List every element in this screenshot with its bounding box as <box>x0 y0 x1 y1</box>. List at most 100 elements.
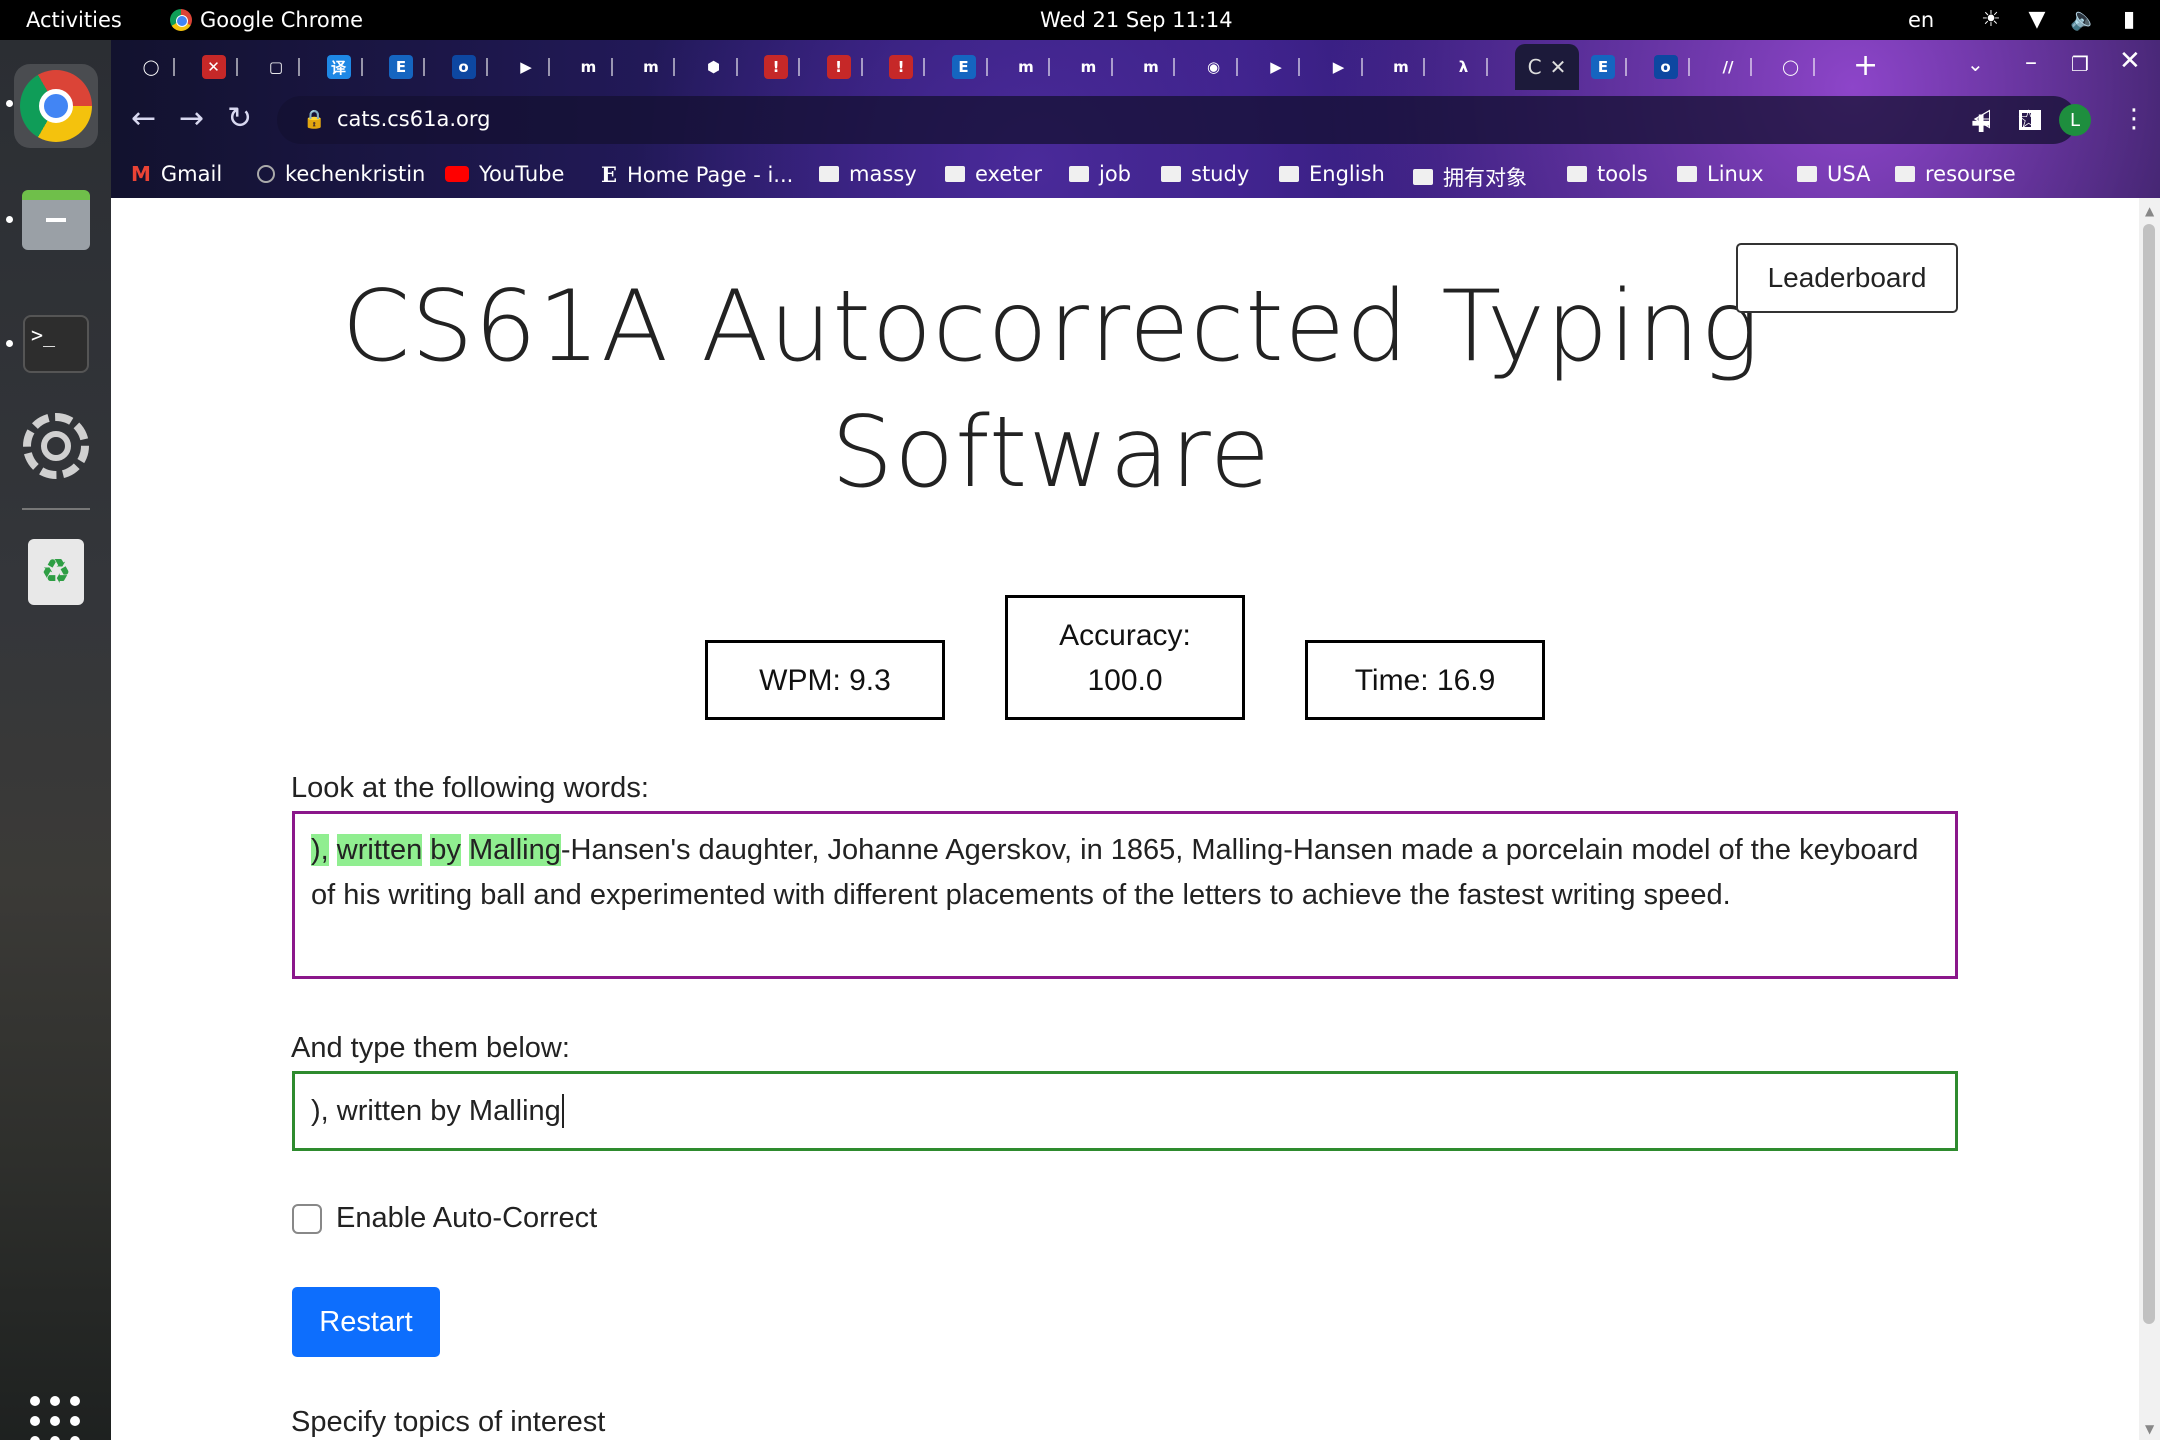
browser-tab[interactable]: E <box>389 54 429 80</box>
activities-button[interactable]: Activities <box>26 8 122 32</box>
tab-favicon-icon: ✕ <box>201 55 226 79</box>
dock: >_ ♻ <box>0 40 111 1440</box>
github-icon <box>257 165 275 183</box>
browser-tab[interactable]: m <box>1389 54 1429 80</box>
typed-word: written <box>336 834 423 866</box>
bookmark-item[interactable]: USA <box>1797 162 1870 186</box>
browser-tab[interactable]: m <box>639 54 679 80</box>
minimize-icon[interactable]: – <box>2025 48 2037 76</box>
scroll-down-arrow-icon[interactable]: ▼ <box>2145 1422 2154 1436</box>
brightness-icon: ☀ <box>1981 7 2001 32</box>
autocorrect-toggle[interactable]: Enable Auto-Correct <box>292 1202 597 1235</box>
typing-input[interactable]: ), written by Malling <box>292 1071 1958 1151</box>
scroll-up-arrow-icon[interactable]: ▲ <box>2145 204 2154 218</box>
browser-tab[interactable]: λ <box>1452 54 1492 80</box>
bookmark-label: Home Page - i... <box>627 162 794 187</box>
tab-favicon-icon: ! <box>764 55 788 79</box>
clock[interactable]: Wed 21 Sep 11:14 <box>1040 8 1233 32</box>
browser-tab[interactable]: ⬢ <box>702 54 742 80</box>
page-scrollbar[interactable]: ▲ ▼ <box>2139 198 2160 1440</box>
typed-word: ), <box>311 834 329 866</box>
tab-favicon-icon: o <box>451 55 476 79</box>
volume-icon: 🔈 <box>2070 7 2098 32</box>
browser-tab[interactable]: ◯ <box>1779 54 1819 80</box>
bookmark-label: study <box>1191 162 1250 186</box>
side-panel-icon[interactable] <box>2019 110 2041 130</box>
browser-tab[interactable]: o <box>1653 54 1694 80</box>
autocorrect-checkbox[interactable] <box>292 1203 322 1234</box>
app-menu[interactable]: Google Chrome <box>170 8 363 32</box>
running-indicator <box>6 340 13 347</box>
browser-tab[interactable]: ! <box>889 54 929 80</box>
bookmark-item[interactable]: 拥有对象 <box>1413 162 1527 192</box>
settings-gear-icon <box>23 413 89 479</box>
profile-avatar[interactable]: L <box>2059 104 2091 136</box>
browser-tab[interactable]: ▶ <box>514 54 554 80</box>
dock-settings[interactable] <box>14 404 98 488</box>
browser-tab[interactable]: m <box>1077 54 1117 80</box>
browser-tab[interactable]: ! <box>826 54 867 80</box>
bookmark-item[interactable]: kechenkristin <box>257 162 425 186</box>
url-text[interactable]: cats.cs61a.org <box>337 107 490 131</box>
dock-trash[interactable]: ♻ <box>14 530 98 614</box>
wpm-stat: WPM: 9.3 <box>705 640 945 720</box>
browser-tab[interactable]: ▢ <box>264 54 304 80</box>
tab-favicon-icon: ◯ <box>1782 58 1799 76</box>
scrollbar-thumb[interactable] <box>2143 224 2155 1324</box>
keyboard-language[interactable]: en <box>1908 8 1934 32</box>
browser-tab[interactable]: ◯ <box>139 54 179 80</box>
bookmark-item[interactable]: E Home Page - i... <box>601 162 793 187</box>
reload-icon[interactable]: ↻ <box>227 102 252 136</box>
tab-favicon-icon: E <box>389 55 413 79</box>
tab-favicon-icon: ! <box>826 55 851 79</box>
tab-favicon-icon: ◯ <box>142 58 160 76</box>
bookmark-item[interactable]: Linux <box>1677 162 1764 186</box>
tab-active[interactable]: C ✕ <box>1515 44 1579 90</box>
prompt-label: Look at the following words: <box>291 772 649 804</box>
browser-tab[interactable]: m <box>577 54 617 80</box>
browser-tab[interactable]: m <box>1014 54 1054 80</box>
browser-tab[interactable]: ! <box>764 54 804 80</box>
bookmark-item[interactable]: resourse <box>1895 162 2016 186</box>
browser-tab[interactable]: E <box>1591 54 1631 80</box>
browser-tab[interactable]: ▶ <box>1327 54 1367 80</box>
browser-tab[interactable]: ◉ <box>1202 54 1242 80</box>
browser-tab[interactable]: ✕ <box>201 54 242 80</box>
dock-terminal[interactable]: >_ <box>14 302 98 386</box>
forward-arrow-icon[interactable]: → <box>179 102 204 136</box>
restart-button[interactable]: Restart <box>292 1287 440 1357</box>
maximize-icon[interactable]: ❐ <box>2071 52 2089 76</box>
tab-favicon-icon: m <box>643 58 659 76</box>
browser-tab[interactable]: ▶ <box>1264 54 1304 80</box>
dock-chrome[interactable] <box>14 64 98 148</box>
extensions-puzzle-icon[interactable]: ✚ <box>1971 110 1991 138</box>
back-arrow-icon[interactable]: ← <box>131 102 156 136</box>
bookmark-item[interactable]: study <box>1161 162 1249 186</box>
dock-separator <box>22 508 90 510</box>
bookmark-item[interactable]: English <box>1279 162 1385 186</box>
browser-tab[interactable]: E <box>951 54 992 80</box>
lock-icon[interactable]: 🔒 <box>303 109 325 130</box>
show-apps-button[interactable] <box>30 1396 80 1440</box>
bookmark-item[interactable]: exeter <box>945 162 1042 186</box>
bookmark-item[interactable]: YouTube <box>445 162 564 186</box>
bookmark-item[interactable]: massy <box>819 162 917 186</box>
new-tab-button[interactable]: + <box>1853 48 1878 83</box>
bookmark-item[interactable]: job <box>1069 162 1131 186</box>
leaderboard-button[interactable]: Leaderboard <box>1736 243 1958 313</box>
browser-tab[interactable]: m <box>1139 54 1179 80</box>
kebab-menu-icon[interactable]: ⋮ <box>2121 104 2147 134</box>
system-tray[interactable]: ☀ ▼ 🔈 ▮ <box>1978 7 2142 32</box>
browser-tab[interactable]: // <box>1716 54 1756 80</box>
bookmark-item[interactable]: M Gmail <box>131 162 222 186</box>
browser-tab[interactable]: o <box>451 54 492 80</box>
dock-files[interactable] <box>14 178 98 262</box>
youtube-icon <box>445 166 469 182</box>
address-bar[interactable]: 🔒 cats.cs61a.org ⩤ ☆ <box>277 96 2077 144</box>
bookmark-item[interactable]: tools <box>1567 162 1648 186</box>
close-window-icon[interactable]: ✕ <box>2119 46 2141 76</box>
tab-close-icon[interactable]: ✕ <box>1550 55 1567 79</box>
tab-search-chevron-icon[interactable]: ⌄ <box>1967 52 1984 76</box>
typed-word: Malling <box>468 834 561 866</box>
browser-tab[interactable]: 译 <box>326 54 367 80</box>
